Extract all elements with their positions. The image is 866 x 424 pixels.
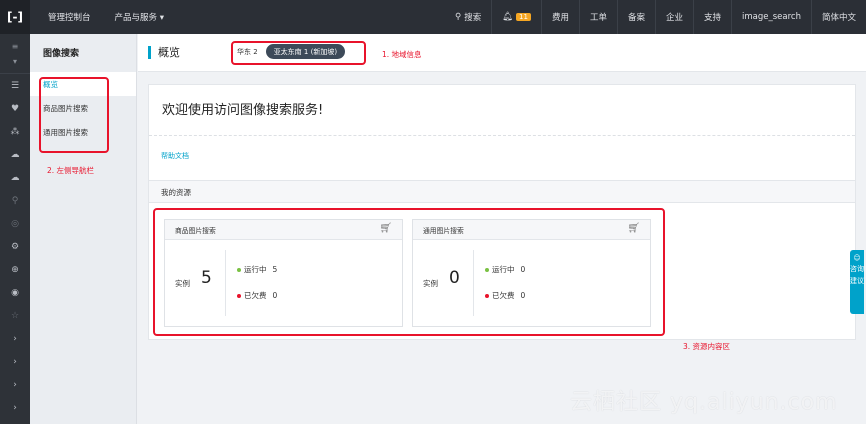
icp-filing-link[interactable]: 备案	[616, 0, 655, 34]
menu-icon: ≡	[11, 41, 19, 51]
search-button[interactable]: ⚲ 搜索	[445, 0, 491, 34]
star-icon[interactable]: ☆	[0, 304, 30, 327]
chevron-right-icon[interactable]: ›	[0, 396, 30, 419]
page-title: 概览	[148, 46, 180, 59]
annotation-box-region	[231, 41, 366, 65]
annotation-box-content	[153, 208, 665, 336]
chat-icon: ☺	[853, 254, 861, 262]
aliyun-logo-icon[interactable]: [-]	[0, 0, 30, 34]
product-icon-rail: ≡ ▾ ☰ ♥ ⁂ ☁ ☁ ⚲ ◎ ⚙ ⊕ ◉ ☆ › › › ›	[0, 34, 30, 424]
sidebar-title: 图像搜索	[43, 49, 80, 59]
search-product-icon[interactable]: ⚲	[0, 189, 30, 212]
feedback-line-2: 建议	[850, 277, 864, 285]
search-label: 搜索	[464, 13, 482, 23]
monitor-icon[interactable]: ◎	[0, 212, 30, 235]
cluster-icon[interactable]: ⁂	[0, 120, 30, 143]
settings-icon[interactable]: ⚙	[0, 235, 30, 258]
feedback-float-tab[interactable]: ☺ 咨询 建议	[850, 250, 864, 314]
feedback-line-1: 咨询	[850, 265, 864, 273]
language-switch[interactable]: 简体中文	[810, 0, 866, 34]
tickets-link[interactable]: 工单	[578, 0, 617, 34]
account-menu[interactable]: image_search	[731, 0, 811, 34]
console-link[interactable]: 管理控制台	[30, 0, 101, 34]
annotation-label-nav: 2. 左侧导航栏	[47, 166, 95, 175]
chevron-right-icon[interactable]: ›	[0, 373, 30, 396]
resources-title: 我的资源	[149, 181, 855, 203]
watermark: 云栖社区 yq.aliyun.com	[570, 390, 838, 415]
notifications-button[interactable]: 🔔︎ 11	[491, 0, 541, 34]
cloud-service-icon[interactable]: ☁	[0, 166, 30, 189]
favorite-icon[interactable]: ♥	[0, 97, 30, 120]
product-list-icon[interactable]: ☰	[0, 74, 30, 97]
annotation-box-nav	[39, 77, 109, 153]
products-menu[interactable]: 产品与服务 ▾	[101, 0, 174, 34]
chevron-right-icon[interactable]: ›	[0, 350, 30, 373]
welcome-title: 欢迎使用访问图像搜索服务!	[162, 103, 324, 118]
top-navigation-bar: [-] 管理控制台 产品与服务 ▾ ⚲ 搜索 🔔︎ 11 费用 工单 备案 企业…	[0, 0, 866, 34]
cloud-icon[interactable]: ☁	[0, 143, 30, 166]
support-link[interactable]: 支持	[693, 0, 731, 34]
chevron-right-icon[interactable]: ›	[0, 327, 30, 350]
chevron-down-icon: ▾	[12, 56, 17, 66]
divider	[149, 135, 855, 136]
search-icon: ⚲	[454, 12, 462, 22]
annotation-label-region: 1. 地域信息	[382, 50, 422, 59]
annotation-label-content: 3. 资源内容区	[683, 342, 731, 351]
notifications-badge: 11	[516, 13, 531, 21]
enterprise-link[interactable]: 企业	[654, 0, 693, 34]
network-icon[interactable]: ⊕	[0, 258, 30, 281]
bell-icon: 🔔︎	[502, 12, 514, 22]
target-icon[interactable]: ◉	[0, 281, 30, 304]
help-docs-link[interactable]: 帮助文档	[161, 151, 189, 161]
rail-menu-toggle[interactable]: ≡ ▾	[0, 34, 30, 74]
billing-link[interactable]: 费用	[540, 0, 579, 34]
